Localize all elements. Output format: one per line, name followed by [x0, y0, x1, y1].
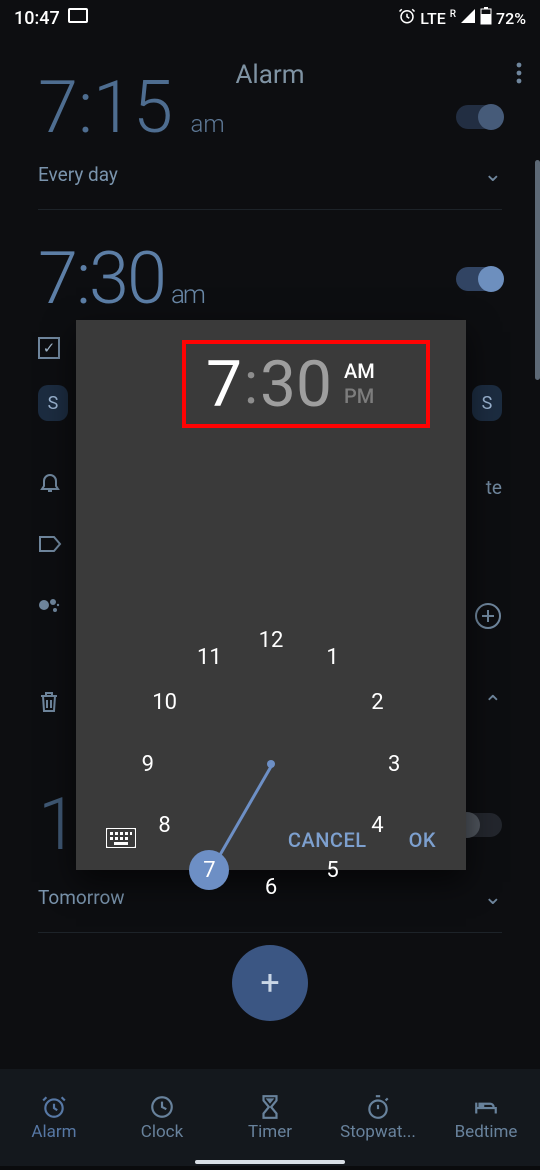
battery-icon [480, 7, 492, 29]
alarm-ampm: am [171, 280, 204, 310]
clock-icon [149, 1094, 175, 1120]
chevron-down-icon[interactable]: ⌄ [484, 162, 502, 187]
nav-label: Clock [141, 1122, 183, 1142]
cast-icon [68, 8, 88, 29]
menu-icon[interactable] [516, 62, 522, 88]
status-bar: 10:47 LTE R 72% [0, 0, 540, 36]
nav-timer[interactable]: Timer [216, 1069, 324, 1166]
alarm-row[interactable]: 7:15 am [38, 90, 502, 144]
tag-icon[interactable] [38, 534, 62, 558]
status-time: 10:47 [14, 8, 60, 29]
trash-icon[interactable] [38, 690, 60, 718]
schedule-row[interactable]: Every day ⌄ [38, 162, 502, 210]
nav-clock[interactable]: Clock [108, 1069, 216, 1166]
battery-label: 72% [496, 9, 526, 28]
time-colon: : [244, 350, 258, 418]
alarm-icon [41, 1094, 67, 1120]
hour-10[interactable]: 10 [145, 682, 185, 722]
chevron-down-icon[interactable]: ⌄ [484, 885, 502, 910]
hour-12[interactable]: 12 [251, 621, 291, 661]
hour-1[interactable]: 1 [313, 638, 353, 678]
alarm-toggle[interactable] [456, 267, 502, 291]
schedule-label: Every day [38, 163, 118, 186]
nav-stopwatch[interactable]: Stopwat... [324, 1069, 432, 1166]
plus-icon: + [260, 963, 279, 1003]
add-circle-icon[interactable] [474, 602, 502, 634]
day-chip[interactable]: S [38, 385, 68, 421]
hour-11[interactable]: 11 [189, 638, 229, 678]
scrollbar[interactable] [535, 160, 540, 380]
hourglass-icon [257, 1094, 283, 1120]
alarm-time: 7:15 [38, 65, 173, 150]
minute-value[interactable]: 30 [260, 347, 332, 422]
hour-5[interactable]: 5 [313, 850, 353, 890]
bell-icon[interactable] [38, 470, 62, 498]
stopwatch-icon [365, 1094, 391, 1120]
signal-icon [460, 8, 476, 28]
hour-7[interactable]: 7 [189, 850, 229, 890]
checkbox[interactable]: ✓ [38, 337, 60, 359]
alarm-time: 7:30 [38, 236, 165, 321]
bottom-nav: Alarm Clock Timer Stopwat... Bedtime [0, 1069, 540, 1170]
sound-suffix: te [486, 476, 502, 499]
dialog-actions: CANCEL OK [76, 828, 466, 852]
nav-alarm[interactable]: Alarm [0, 1069, 108, 1166]
pm-button[interactable]: PM [344, 384, 375, 409]
alarm-time: 1 [38, 782, 76, 867]
alarm-row[interactable]: 7:30am [38, 236, 502, 321]
caret-up-icon[interactable]: ⌃ [484, 692, 502, 717]
nav-label: Timer [248, 1122, 292, 1142]
cancel-button[interactable]: CANCEL [288, 828, 367, 852]
nav-indicator [195, 1160, 345, 1164]
nav-label: Alarm [31, 1122, 76, 1142]
am-button[interactable]: AM [344, 359, 375, 384]
keyboard-icon[interactable] [106, 828, 136, 852]
roaming-label: R [450, 9, 456, 20]
hour-3[interactable]: 3 [374, 744, 414, 784]
hour-value[interactable]: 7 [206, 347, 242, 422]
hour-6[interactable]: 6 [251, 867, 291, 907]
nav-bedtime[interactable]: Bedtime [432, 1069, 540, 1166]
nav-label: Bedtime [455, 1122, 518, 1142]
schedule-label: Tomorrow [38, 886, 125, 909]
time-display: 7 : 30 AM PM [182, 340, 430, 428]
add-alarm-fab[interactable]: + [232, 945, 308, 1021]
alarm-toggle[interactable] [456, 105, 502, 129]
day-chip[interactable]: S [472, 385, 502, 421]
bed-icon [473, 1094, 499, 1120]
hour-2[interactable]: 2 [357, 682, 397, 722]
ok-button[interactable]: OK [409, 828, 436, 852]
page-title: Alarm [235, 60, 304, 90]
network-label: LTE [420, 9, 445, 28]
hour-9[interactable]: 9 [128, 744, 168, 784]
assistant-icon[interactable] [38, 594, 62, 620]
alarm-icon [398, 7, 416, 29]
nav-label: Stopwat... [340, 1122, 416, 1142]
analog-clock[interactable]: 12 1 2 3 4 5 6 7 8 9 10 11 [131, 624, 411, 904]
alarm-options [38, 470, 62, 620]
clock-pivot [267, 760, 275, 768]
alarm-ampm: am [190, 110, 224, 138]
